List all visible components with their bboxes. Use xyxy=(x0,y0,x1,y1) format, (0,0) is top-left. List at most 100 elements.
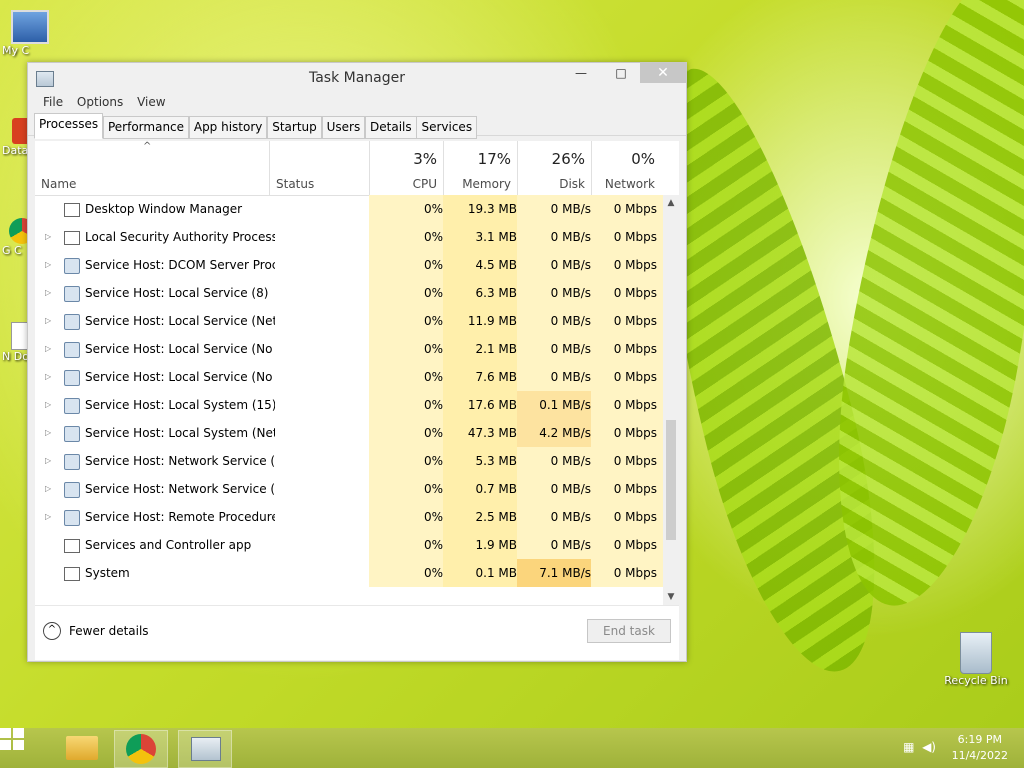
footer-bar: ^ Fewer details End task xyxy=(35,605,679,660)
expand-chevron-icon[interactable]: ▷ xyxy=(45,447,55,475)
taskbar-chrome[interactable] xyxy=(114,730,168,768)
process-cpu: 0% xyxy=(369,279,449,307)
table-row[interactable]: ▷ Service Host: Local Service (Net... 0% 11… xyxy=(35,307,663,335)
process-memory: 17.6 MB xyxy=(443,391,523,419)
column-name[interactable]: Name xyxy=(41,177,76,191)
end-task-button[interactable]: End task xyxy=(587,619,671,643)
desktop-icon-my-computer[interactable]: My C xyxy=(2,10,58,57)
process-name: Services and Controller app xyxy=(85,538,252,552)
gear-icon xyxy=(64,286,80,302)
vertical-scrollbar[interactable]: ▲ ▼ xyxy=(663,195,679,605)
chevron-up-icon[interactable]: ^ xyxy=(43,622,61,640)
gear-icon xyxy=(64,482,80,498)
network-icon[interactable]: ▦ xyxy=(903,740,914,754)
process-network: 0 Mbps xyxy=(591,531,663,559)
tab-services[interactable]: Services xyxy=(416,116,478,139)
tab-app-history[interactable]: App history xyxy=(188,116,268,139)
expand-chevron-icon[interactable]: ▷ xyxy=(45,391,55,419)
column-cpu[interactable]: CPU xyxy=(369,177,437,191)
process-cpu: 0% xyxy=(369,447,449,475)
table-row[interactable]: ▷ Service Host: Local System (15) 0% 17.6 M… xyxy=(35,391,663,419)
window-icon xyxy=(64,203,80,217)
process-network: 0 Mbps xyxy=(591,307,663,335)
taskbar-file-explorer[interactable] xyxy=(56,730,108,766)
process-memory: 1.9 MB xyxy=(443,531,523,559)
table-row[interactable]: ▷ Service Host: Network Service (5) 0% 5.3 … xyxy=(35,447,663,475)
recycle-bin-icon xyxy=(960,632,992,674)
expand-chevron-icon[interactable]: ▷ xyxy=(45,307,55,335)
process-name: Service Host: Local Service (No ... xyxy=(85,370,275,384)
gear-icon xyxy=(64,454,80,470)
expand-chevron-icon[interactable]: ▷ xyxy=(45,223,55,251)
table-row[interactable]: Services and Controller app 0% 1.9 MB 0 MB/… xyxy=(35,531,663,559)
table-row[interactable]: Desktop Window Manager 0% 19.3 MB 0 MB/s 0 M… xyxy=(35,195,663,223)
process-network: 0 Mbps xyxy=(591,223,663,251)
minimize-button[interactable]: — xyxy=(568,63,594,83)
process-network: 0 Mbps xyxy=(591,335,663,363)
clock[interactable]: 6:19 PM 11/4/2022 xyxy=(952,732,1008,764)
taskbar-task-manager[interactable] xyxy=(178,730,232,768)
table-row[interactable]: ▷ Service Host: Local Service (No I... 0% 2… xyxy=(35,335,663,363)
process-memory: 0.7 MB xyxy=(443,475,523,503)
tab-performance[interactable]: Performance xyxy=(102,116,190,139)
table-row[interactable]: ▷ Service Host: Local System (Net... 0% 47.… xyxy=(35,419,663,447)
window-icon xyxy=(64,539,80,553)
table-row[interactable]: ▷ Service Host: Local Service (8) 0% 6.3 MB… xyxy=(35,279,663,307)
process-disk: 0 MB/s xyxy=(517,363,597,391)
scroll-down-icon[interactable]: ▼ xyxy=(663,589,679,605)
process-disk: 0 MB/s xyxy=(517,503,597,531)
scroll-thumb[interactable] xyxy=(666,420,676,540)
column-status[interactable]: Status xyxy=(276,177,314,191)
table-row[interactable]: System 0% 0.1 MB 7.1 MB/s 0 Mbps xyxy=(35,559,663,587)
process-disk: 0 MB/s xyxy=(517,307,597,335)
process-network: 0 Mbps xyxy=(591,251,663,279)
process-memory: 4.5 MB xyxy=(443,251,523,279)
process-list: Desktop Window Manager 0% 19.3 MB 0 MB/s 0 M… xyxy=(35,195,663,605)
cpu-total: 3% xyxy=(413,150,437,168)
tab-processes[interactable]: Processes xyxy=(34,113,104,139)
expand-chevron-icon[interactable]: ▷ xyxy=(45,251,55,279)
process-memory: 0.1 MB xyxy=(443,559,523,587)
volume-icon[interactable]: ◀) xyxy=(922,740,936,754)
column-network[interactable]: Network xyxy=(591,177,655,191)
column-divider[interactable] xyxy=(269,141,270,195)
expand-chevron-icon[interactable]: ▷ xyxy=(45,363,55,391)
process-cpu: 0% xyxy=(369,363,449,391)
column-memory[interactable]: Memory xyxy=(443,177,511,191)
scroll-up-icon[interactable]: ▲ xyxy=(663,195,679,211)
menu-file[interactable]: File xyxy=(38,93,68,111)
table-row[interactable]: ▷ Service Host: Remote Procedure... 0% 2.5 … xyxy=(35,503,663,531)
process-memory: 7.6 MB xyxy=(443,363,523,391)
table-row[interactable]: ▷ Service Host: DCOM Server Proc... 0% 4.5 … xyxy=(35,251,663,279)
expand-chevron-icon xyxy=(45,195,55,223)
column-disk[interactable]: Disk xyxy=(517,177,585,191)
tab-startup[interactable]: Startup xyxy=(267,116,322,139)
process-disk: 0 MB/s xyxy=(517,335,597,363)
desktop-icon-label: Recycle Bin xyxy=(944,674,1008,687)
process-cpu: 0% xyxy=(369,503,449,531)
process-memory: 11.9 MB xyxy=(443,307,523,335)
menu-options[interactable]: Options xyxy=(72,93,128,111)
process-name: Service Host: Local Service (8) xyxy=(85,286,269,300)
expand-chevron-icon[interactable]: ▷ xyxy=(45,279,55,307)
desktop-icon-recycle-bin[interactable]: Recycle Bin xyxy=(940,632,1012,687)
expand-chevron-icon[interactable]: ▷ xyxy=(45,503,55,531)
process-name: System xyxy=(85,566,130,580)
menu-bar: File Options View xyxy=(28,93,686,113)
title-bar[interactable]: Task Manager — □ ✕ xyxy=(28,63,686,93)
maximize-button[interactable]: □ xyxy=(608,63,634,83)
expand-chevron-icon[interactable]: ▷ xyxy=(45,335,55,363)
menu-view[interactable]: View xyxy=(132,93,170,111)
expand-chevron-icon[interactable]: ▷ xyxy=(45,475,55,503)
fewer-details-link[interactable]: Fewer details xyxy=(69,624,149,638)
process-disk: 7.1 MB/s xyxy=(517,559,597,587)
close-button[interactable]: ✕ xyxy=(640,63,686,83)
tab-details[interactable]: Details xyxy=(365,116,417,139)
tab-users[interactable]: Users xyxy=(321,116,366,139)
expand-chevron-icon[interactable]: ▷ xyxy=(45,419,55,447)
table-row[interactable]: ▷ Local Security Authority Process... 0% 3.… xyxy=(35,223,663,251)
start-button[interactable] xyxy=(0,728,26,752)
process-cpu: 0% xyxy=(369,223,449,251)
table-row[interactable]: ▷ Service Host: Network Service (... 0% 0.7… xyxy=(35,475,663,503)
table-row[interactable]: ▷ Service Host: Local Service (No ... 0% 7.… xyxy=(35,363,663,391)
